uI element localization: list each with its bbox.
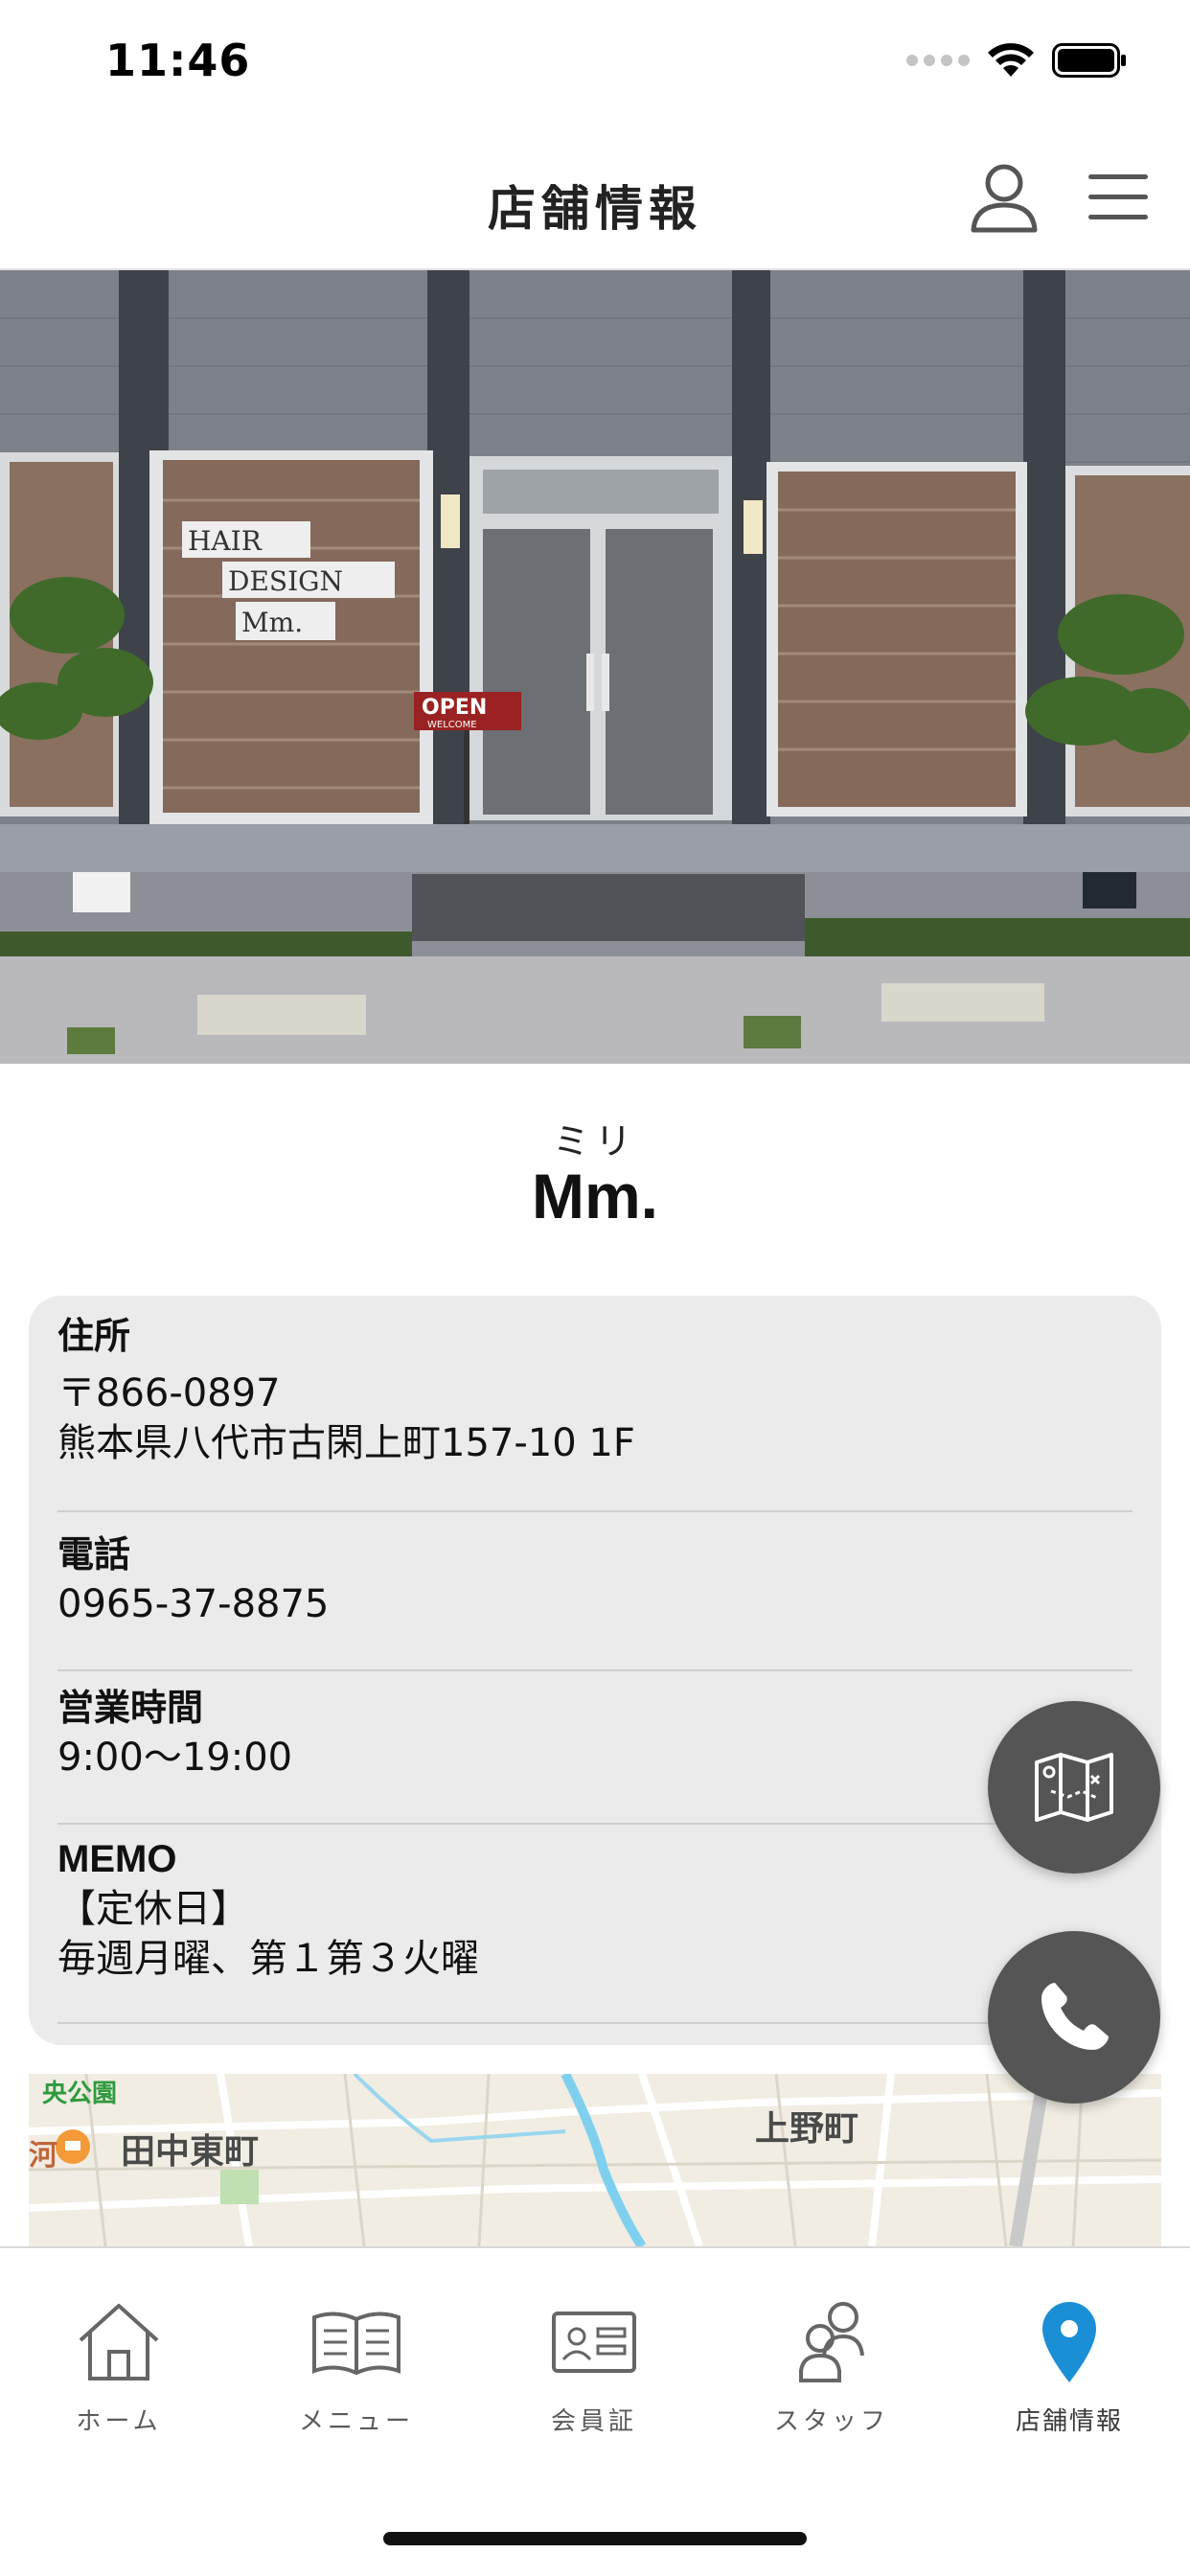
tab-label-shop-info: 店舗情報 — [1015, 2407, 1123, 2436]
store-photo: HAIR DESIGN Mm. OPEN WELCOME — [0, 270, 1190, 1064]
phone-icon — [1041, 1983, 1109, 2050]
home-icon — [79, 2304, 159, 2380]
open-sign-text: OPEN — [422, 696, 487, 720]
postal-code: 〒866-0897 — [57, 1371, 281, 1415]
status-bar: 11:46 — [0, 0, 1190, 126]
window-text-hair: HAIR — [188, 525, 263, 557]
shop-name-ruby: ミリ — [552, 1120, 637, 1162]
screen: 11:46 店舗情報 HAIR DESIGN Mm. OPEN WELCOME … — [0, 0, 1190, 2576]
hours-value: 9:00〜19:00 — [57, 1736, 293, 1780]
tab-bar: ホーム メニュー 会員証 スタッフ 店舗情報 — [0, 2246, 1190, 2576]
tab-member-card[interactable]: 会員証 — [475, 2248, 713, 2469]
shop-info-card: 住所 〒866-0897 熊本県八代市古閑上町157-10 1F 電話 0965… — [29, 1296, 1161, 2045]
phone-section[interactable]: 電話 0965-37-8875 — [57, 1530, 1133, 1671]
tab-menu[interactable]: メニュー — [238, 2248, 475, 2469]
tab-label-menu: メニュー — [298, 2407, 414, 2436]
memo-section: MEMO 【定休日】 毎週月曜、第１第３火曜 — [57, 1834, 1133, 2024]
tab-label-home: ホーム — [76, 2407, 162, 2436]
memo-line-2: 毎週月曜、第１第３火曜 — [57, 1937, 479, 1981]
map-label-edge: 河 — [29, 2139, 57, 2173]
map-label-tanaka-higashi: 田中東町 — [121, 2132, 260, 2172]
member-card-icon — [552, 2312, 636, 2373]
window-text-mm: Mm. — [241, 607, 303, 638]
location-pin-icon — [1042, 2302, 1096, 2382]
hours-section: 営業時間 9:00〜19:00 — [57, 1683, 1133, 1825]
map-label-park: 央公園 — [42, 2080, 118, 2108]
open-sign-subtext: WELCOME — [427, 720, 477, 730]
nav-bar: 店舗情報 — [0, 126, 1190, 270]
address-section: 住所 〒866-0897 熊本県八代市古閑上町157-10 1F — [57, 1311, 1133, 1512]
folded-map-icon — [1035, 1753, 1113, 1822]
user-icon[interactable] — [966, 159, 1042, 236]
hamburger-menu-icon[interactable] — [1087, 169, 1150, 226]
book-icon — [312, 2312, 400, 2376]
address-label: 住所 — [57, 1315, 131, 1357]
tab-label-member-card: 会員証 — [550, 2407, 637, 2436]
wifi-icon — [988, 43, 1034, 77]
memo-label: MEMO — [57, 1838, 177, 1880]
status-time: 11:46 — [105, 34, 251, 86]
shop-map[interactable]: 央公園 河 田中東町 上野町 — [29, 2074, 1161, 2246]
map-label-ueno: 上野町 — [755, 2109, 859, 2149]
phone-number[interactable]: 0965-37-8875 — [57, 1579, 1133, 1629]
tab-home[interactable]: ホーム — [0, 2248, 238, 2469]
call-button[interactable] — [988, 1931, 1160, 2104]
address-line: 熊本県八代市古閑上町157-10 1F — [57, 1421, 635, 1465]
signal-icon — [906, 55, 970, 66]
staff-icon — [799, 2302, 864, 2382]
window-text-design: DESIGN — [228, 565, 343, 597]
shop-name: Mm. — [532, 1161, 658, 1231]
tab-label-staff: スタッフ — [773, 2407, 889, 2436]
phone-label: 電話 — [57, 1533, 131, 1576]
tab-staff[interactable]: スタッフ — [713, 2248, 950, 2469]
hours-label: 営業時間 — [57, 1687, 204, 1729]
home-indicator[interactable] — [383, 2532, 807, 2545]
map-button[interactable] — [988, 1701, 1160, 1874]
status-icons — [906, 42, 1127, 79]
tab-shop-info[interactable]: 店舗情報 — [950, 2248, 1188, 2469]
battery-icon — [1052, 43, 1126, 78]
memo-line-1: 【定休日】 — [57, 1887, 249, 1931]
